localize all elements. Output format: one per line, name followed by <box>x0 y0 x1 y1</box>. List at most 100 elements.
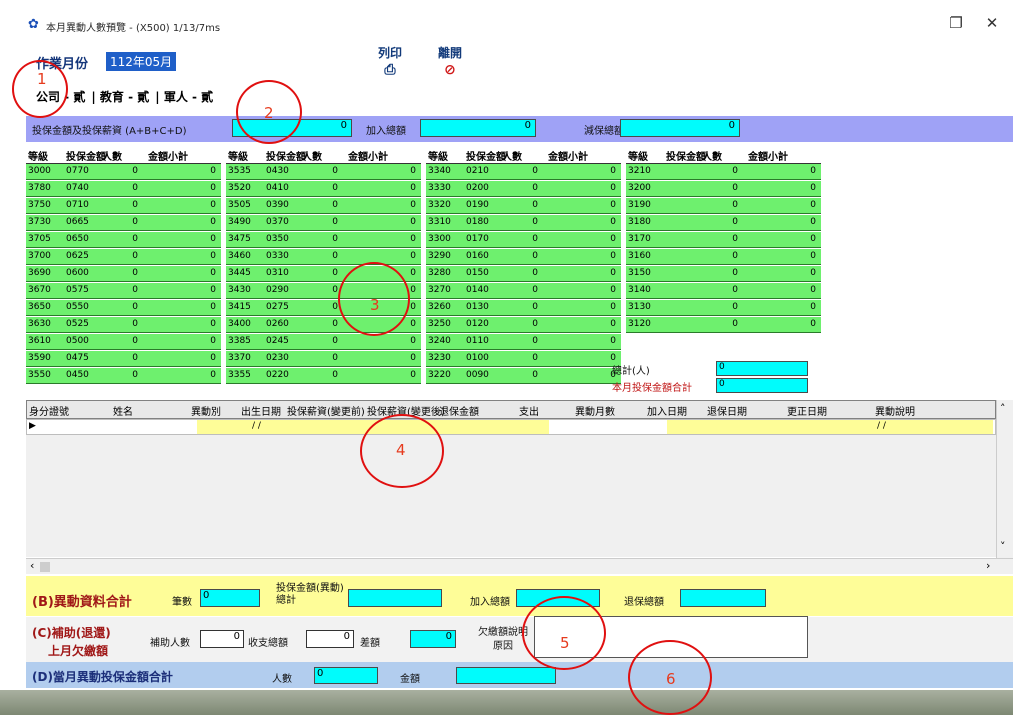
column-header: 投保金額 <box>266 152 306 163</box>
scroll-left-icon[interactable]: ‹ <box>30 559 34 572</box>
scroll-down-icon[interactable]: ˅ <box>1000 540 1006 553</box>
grade-row[interactable]: 3730 0665 0 0 <box>26 215 221 231</box>
detail-column-header[interactable]: 投保薪資(變更前) <box>287 403 365 418</box>
detail-column-header[interactable]: 異動說明 <box>875 403 915 418</box>
grade-row[interactable]: 3610 0500 0 0 <box>26 334 221 350</box>
grade-row[interactable]: 3290 0160 0 0 <box>426 249 621 265</box>
grade-row[interactable]: 3140 0 0 <box>626 283 821 299</box>
section-d-amount-field[interactable] <box>456 667 556 684</box>
grade-row[interactable]: 3170 0 0 <box>626 232 821 248</box>
section-b-amount-field[interactable] <box>348 589 442 607</box>
grade-row[interactable]: 3490 0370 0 0 <box>226 215 421 231</box>
detail-column-header[interactable]: 出生日期 <box>241 403 281 418</box>
section-b-count-field[interactable]: 0 <box>200 589 260 607</box>
grade-cell: 3340 <box>428 166 451 176</box>
count-cell: 0 <box>532 251 538 261</box>
grade-row[interactable]: 3690 0600 0 0 <box>26 266 221 282</box>
grade-row[interactable]: 3320 0190 0 0 <box>426 198 621 214</box>
detail-column-header[interactable]: 異動別 <box>191 403 221 418</box>
detail-column-header[interactable]: 異動月數 <box>575 403 615 418</box>
grade-row[interactable]: 3370 0230 0 0 <box>226 351 421 367</box>
grade-row[interactable]: 3310 0180 0 0 <box>426 215 621 231</box>
grade-row[interactable]: 3280 0150 0 0 <box>426 266 621 282</box>
horizontal-scrollbar[interactable]: ‹ › <box>26 558 1013 574</box>
grade-row[interactable]: 3700 0625 0 0 <box>26 249 221 265</box>
grade-row[interactable]: 3630 0525 0 0 <box>26 317 221 333</box>
grade-row[interactable]: 3520 0410 0 0 <box>226 181 421 197</box>
work-month-value[interactable]: 112年05月 <box>106 52 177 71</box>
grade-row[interactable]: 3190 0 0 <box>626 198 821 214</box>
grade-row[interactable]: 3270 0140 0 0 <box>426 283 621 299</box>
close-window-button[interactable]: ✕ <box>982 14 1002 32</box>
grade-row[interactable]: 3650 0550 0 0 <box>26 300 221 316</box>
total-count-field[interactable]: 0 <box>716 361 808 376</box>
grade-row[interactable]: 3780 0740 0 0 <box>26 181 221 197</box>
grade-row[interactable]: 3000 0770 0 0 <box>26 164 221 180</box>
grade-table: 等級 投保金額 人數 金額小計 3000 0770 0 0 3780 0740 0 0 3750 0710… <box>26 146 1013 396</box>
section-c-f2-field[interactable]: 0 <box>306 630 354 648</box>
grade-row[interactable]: 3705 0650 0 0 <box>26 232 221 248</box>
tab-military[interactable]: 軍人 - 貳 <box>164 90 213 104</box>
grade-row[interactable]: 3130 0 0 <box>626 300 821 316</box>
section-d-count-field[interactable]: 0 <box>314 667 378 684</box>
grade-row[interactable]: 3475 0350 0 0 <box>226 232 421 248</box>
detail-column-header[interactable]: 支出 <box>519 403 539 418</box>
scroll-thumb[interactable] <box>40 562 50 572</box>
total-amount-field[interactable]: 0 <box>716 378 808 393</box>
grade-row[interactable]: 3535 0430 0 0 <box>226 164 421 180</box>
scroll-up-icon[interactable]: ˄ <box>1000 402 1006 415</box>
scroll-right-icon[interactable]: › <box>986 559 990 572</box>
detail-grid-row[interactable]: ▶ / / / / <box>26 419 996 435</box>
tab-education[interactable]: 教育 - 貳 <box>100 90 149 104</box>
grade-row[interactable]: 3460 0330 0 0 <box>226 249 421 265</box>
grade-row[interactable]: 3120 0 0 <box>626 317 821 333</box>
section-c-f3-field[interactable]: 0 <box>410 630 456 648</box>
grade-row[interactable]: 3330 0200 0 0 <box>426 181 621 197</box>
grade-cell: 3700 <box>28 251 51 261</box>
vertical-scrollbar[interactable]: ˄ ˅ <box>996 400 1013 558</box>
grade-row[interactable]: 3250 0120 0 0 <box>426 317 621 333</box>
filter-field-2[interactable]: 0 <box>420 119 536 137</box>
detail-column-header[interactable]: 姓名 <box>113 403 133 418</box>
grade-cell: 3300 <box>428 234 451 244</box>
subtotal-cell: 0 <box>210 234 216 244</box>
subtotal-cell: 0 <box>410 319 416 329</box>
detail-column-header[interactable]: 身分證號 <box>29 403 69 418</box>
detail-column-header[interactable]: 更正日期 <box>787 403 827 418</box>
grade-row[interactable]: 3180 0 0 <box>626 215 821 231</box>
exit-button[interactable]: 離開 ⊘ <box>438 44 462 78</box>
grade-row[interactable]: 3750 0710 0 0 <box>26 198 221 214</box>
section-b-withdraw-field[interactable] <box>680 589 766 607</box>
detail-column-header[interactable]: 退保日期 <box>707 403 747 418</box>
grade-row[interactable]: 3300 0170 0 0 <box>426 232 621 248</box>
detail-column-header[interactable]: 退保金額 <box>439 403 479 418</box>
section-d-amount-label: 金額 <box>400 674 420 685</box>
filter-field-3[interactable]: 0 <box>620 119 740 137</box>
section-c-f1-field[interactable]: 0 <box>200 630 244 648</box>
grade-row[interactable]: 3230 0100 0 0 <box>426 351 621 367</box>
grade-row[interactable]: 3550 0450 0 0 <box>26 368 221 384</box>
grade-row[interactable]: 3150 0 0 <box>626 266 821 282</box>
grade-row[interactable]: 3355 0220 0 0 <box>226 368 421 384</box>
grade-row[interactable]: 3385 0245 0 0 <box>226 334 421 350</box>
amount-cell: 0230 <box>266 353 289 363</box>
grade-row[interactable]: 3240 0110 0 0 <box>426 334 621 350</box>
subtotal-cell: 0 <box>810 200 816 210</box>
grade-row[interactable]: 3210 0 0 <box>626 164 821 180</box>
grade-row[interactable]: 3590 0475 0 0 <box>26 351 221 367</box>
grade-row[interactable]: 3670 0575 0 0 <box>26 283 221 299</box>
grade-row[interactable]: 3200 0 0 <box>626 181 821 197</box>
print-button[interactable]: 列印 ⎙ <box>378 44 402 78</box>
grade-cell: 3505 <box>228 200 251 210</box>
restore-button[interactable]: ❐ <box>946 14 966 32</box>
grade-row[interactable]: 3340 0210 0 0 <box>426 164 621 180</box>
birth-date-cell[interactable]: / / <box>252 421 261 431</box>
detail-column-header[interactable]: 加入日期 <box>647 403 687 418</box>
grade-table-header: 等級 投保金額 人數 金額小計 <box>226 146 421 164</box>
correction-date-cell[interactable]: / / <box>877 421 886 431</box>
grade-row[interactable]: 3505 0390 0 0 <box>226 198 421 214</box>
grade-row[interactable]: 3260 0130 0 0 <box>426 300 621 316</box>
grade-row[interactable]: 3160 0 0 <box>626 249 821 265</box>
column-header: 等級 <box>28 152 48 163</box>
grade-row[interactable]: 3220 0090 0 0 <box>426 368 621 384</box>
